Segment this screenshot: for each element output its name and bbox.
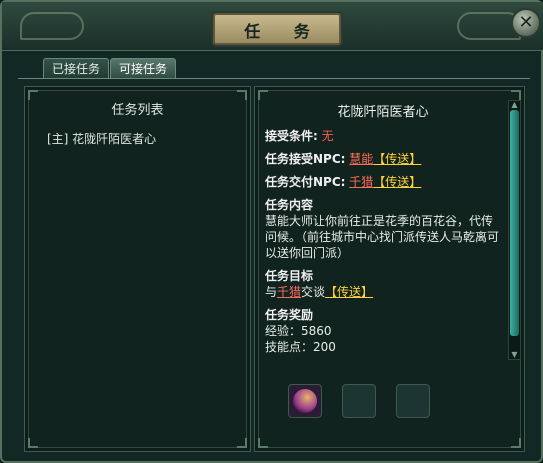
submit-npc-teleport-link[interactable]: 【传送】: [373, 175, 421, 189]
title-plaque: 任 务: [213, 13, 341, 45]
target-suffix: 交谈: [301, 285, 326, 299]
accept-condition-row: 接受条件: 无: [265, 128, 501, 144]
cloud-ornament-left: [20, 12, 84, 40]
quest-content-text: 慧能大师让你前往正是花季的百花谷，代传问候。（前往城市中心找门派传送人马乾离可以…: [265, 214, 500, 260]
submit-npc-link[interactable]: 千猎: [349, 175, 373, 189]
reward-item-slot-empty[interactable]: [396, 384, 430, 418]
accept-npc-link[interactable]: 慧能: [349, 152, 373, 166]
quest-target-line: 与千猎交谈【传送】: [265, 284, 501, 300]
corner-ornament: [28, 438, 38, 448]
window-title: 任 务: [244, 22, 324, 41]
close-button[interactable]: ✕: [511, 8, 541, 38]
target-teleport-link[interactable]: 【传送】: [325, 285, 373, 299]
quest-title: 花陇阡陌医者心: [337, 105, 429, 120]
quest-reward-title: 任务奖励: [265, 308, 314, 322]
reward-item-icon: [293, 389, 317, 413]
quest-list-panel: 任务列表 [主] 花陇阡陌医者心: [24, 86, 251, 452]
accept-npc-row: 任务接受NPC: 慧能【传送】: [265, 151, 501, 167]
reward-item-slot-empty[interactable]: [342, 384, 376, 418]
corner-ornament: [511, 90, 521, 100]
tab-divider: [18, 78, 530, 79]
corner-ornament: [258, 438, 268, 448]
submit-npc-label: 任务交付NPC:: [265, 175, 346, 189]
accept-condition-value: 无: [321, 129, 334, 143]
quest-window: 任 务 ✕ 已接任务 可接任务 任务列表 [主] 花陇阡陌医者心 花陇阡陌医者心…: [0, 0, 543, 463]
accept-npc-label: 任务接受NPC:: [265, 152, 346, 166]
detail-scrollbar[interactable]: ▲ ▼: [508, 100, 521, 360]
scroll-thumb[interactable]: [510, 110, 519, 336]
close-icon: ✕: [518, 12, 534, 33]
tab-available-quests[interactable]: 可接任务: [110, 58, 177, 79]
accept-condition-label: 接受条件:: [265, 129, 318, 143]
reward-exp: 经验：5860: [265, 324, 332, 338]
quest-reward-section: 任务奖励 经验：5860 技能点：200: [265, 307, 501, 355]
tab-accepted-quests[interactable]: 已接任务: [43, 58, 110, 79]
title-bar[interactable]: 任 务 ✕: [2, 2, 543, 51]
scroll-down-arrow-icon[interactable]: ▼: [509, 351, 520, 359]
corner-ornament: [511, 438, 521, 448]
quest-list-item[interactable]: [主] 花陇阡陌医者心: [47, 130, 156, 147]
quest-content-section: 任务内容 慧能大师让你前往正是花季的百花谷，代传问候。（前往城市中心找门派传送人…: [265, 197, 501, 261]
quest-target-section: 任务目标 与千猎交谈【传送】: [265, 268, 501, 300]
submit-npc-row: 任务交付NPC: 千猎【传送】: [265, 174, 501, 190]
quest-content-title: 任务内容: [265, 198, 314, 212]
corner-ornament: [258, 90, 268, 100]
accept-npc-teleport-link[interactable]: 【传送】: [373, 152, 421, 166]
target-prefix: 与: [265, 285, 278, 299]
corner-ornament: [237, 438, 247, 448]
quest-target-title: 任务目标: [265, 269, 314, 283]
reward-item-slot[interactable]: [288, 384, 322, 418]
scroll-up-arrow-icon[interactable]: ▲: [509, 101, 520, 109]
quest-detail: 花陇阡陌医者心 接受条件: 无 任务接受NPC: 慧能【传送】 任务交付NPC:…: [265, 105, 501, 362]
quest-list-header: 任务列表: [111, 103, 164, 118]
target-npc-link[interactable]: 千猎: [277, 285, 301, 299]
reward-skill-points: 技能点：200: [265, 340, 336, 354]
